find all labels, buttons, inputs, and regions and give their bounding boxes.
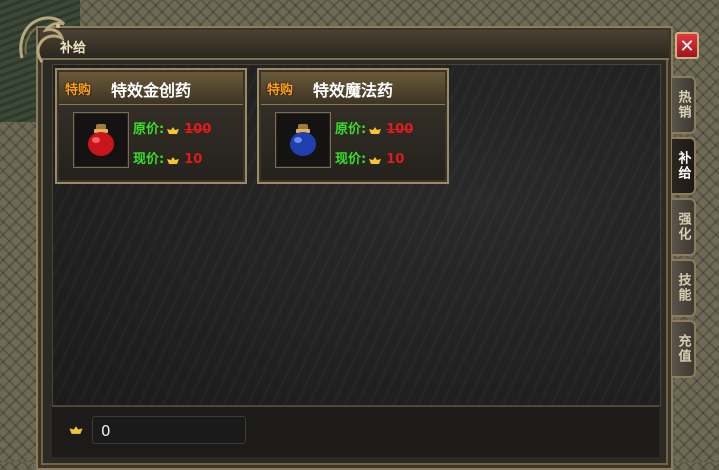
original-price-row: 原价: 100: [335, 118, 413, 137]
current-price-label: 现价:: [335, 152, 367, 167]
current-price-value: 10: [386, 152, 405, 167]
item-card-header: 特购 特效金创药: [59, 72, 243, 105]
tab-enhance[interactable]: 强化: [672, 198, 696, 256]
original-price-row: 原价: 100: [133, 118, 211, 137]
dragon-ornament-icon: [19, 16, 66, 63]
special-offer-badge: 特购: [267, 83, 294, 98]
gold-ingot-icon: [69, 426, 83, 434]
gold-ingot-icon: [167, 126, 180, 134]
tab-hot-sale[interactable]: 热销: [672, 76, 696, 134]
original-price-value: 100: [386, 122, 414, 137]
blue-potion-icon: [290, 124, 316, 156]
current-price-label: 现价:: [133, 152, 165, 167]
current-price-value: 10: [184, 152, 203, 167]
special-offer-badge: 特购: [65, 83, 92, 98]
gold-ingot-icon: [167, 156, 180, 164]
item-name: 特效魔法药: [313, 81, 394, 100]
gold-ingot-icon: [369, 156, 382, 164]
original-price-value: 100: [184, 122, 212, 137]
tab-recharge[interactable]: 充值: [672, 320, 696, 378]
item-icon-slot[interactable]: [275, 112, 331, 168]
gold-ingot-icon: [369, 126, 382, 134]
item-icon-slot[interactable]: [73, 112, 129, 168]
tab-supply[interactable]: 补给: [672, 137, 696, 195]
item-card-header: 特购 特效魔法药: [261, 72, 445, 105]
current-price-row: 现价: 10: [335, 148, 404, 167]
tab-skills[interactable]: 技能: [672, 259, 696, 317]
shop-item-card[interactable]: 特购 特效金创药 原价: 100 现价: 10: [55, 68, 247, 184]
item-name: 特效金创药: [111, 81, 192, 100]
gold-balance-field: 0: [92, 416, 246, 444]
original-price-label: 原价:: [335, 122, 367, 137]
close-button[interactable]: ✕: [675, 32, 699, 59]
shop-item-card[interactable]: 特购 特效魔法药 原价: 100 现价: 10: [257, 68, 449, 184]
red-potion-icon: [88, 124, 114, 156]
current-price-row: 现价: 10: [133, 148, 202, 167]
window-titlebar[interactable]: 补给: [40, 30, 669, 60]
original-price-label: 原价:: [133, 122, 165, 137]
